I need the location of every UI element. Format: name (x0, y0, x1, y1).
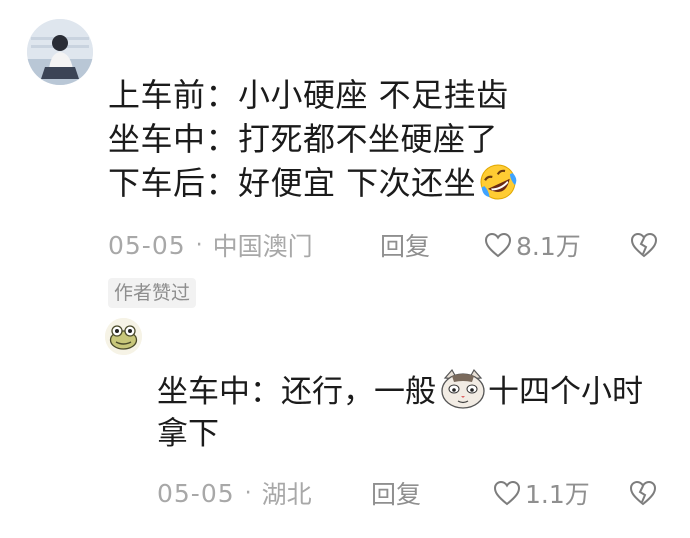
comment-text: 上车前：小小硬座 不足挂齿 坐车中：打死都不坐硬座了 下车后：好便宜 下次还坐 (108, 73, 668, 205)
reply-meta: 05-05 · 湖北 回复 1.1万 (157, 475, 669, 511)
broken-heart-icon (629, 480, 657, 506)
reply-line: 坐车中：还行，一般 十四个小时 (157, 368, 672, 412)
comment-thread: 上车前：小小硬座 不足挂齿 坐车中：打死都不坐硬座了 下车后：好便宜 下次还坐 … (0, 0, 690, 538)
like-count: 8.1万 (516, 232, 581, 261)
reply-line: 拿下 (157, 416, 219, 452)
like-button[interactable]: 1.1万 (493, 475, 590, 511)
reply-date: 05-05 (157, 478, 235, 508)
avatar-photo-icon (27, 19, 93, 85)
comment-line: 上车前：小小硬座 不足挂齿 (108, 76, 509, 114)
heart-icon (493, 480, 521, 506)
separator-dot: · (195, 232, 203, 258)
like-button[interactable]: 8.1万 (484, 227, 581, 263)
comment-date: 05-05 (108, 230, 186, 260)
comment-location: 中国澳门 (212, 232, 313, 261)
reply-avatar[interactable] (105, 318, 142, 355)
heart-icon (484, 232, 512, 258)
cat-face-emoji-icon (438, 368, 488, 422)
like-count: 1.1万 (525, 480, 590, 509)
reply-line-text: 坐车中：还行，一般 (157, 374, 436, 410)
avatar[interactable] (27, 19, 93, 85)
reply-line-text: 十四个小时 (488, 374, 643, 410)
dislike-button[interactable] (630, 232, 658, 264)
comment-meta: 05-05 · 中国澳门 回复 8.1万 (108, 227, 668, 263)
comment-line-text: 下车后：好便宜 下次还坐 (108, 164, 477, 202)
reply-button[interactable]: 回复 (371, 475, 421, 511)
comment-line: 下车后：好便宜 下次还坐 (108, 161, 668, 205)
author-liked-badge: 作者赞过 (108, 278, 197, 308)
comment-line: 坐车中：打死都不坐硬座了 (108, 120, 499, 158)
rofl-emoji-icon (478, 162, 518, 213)
reply-button[interactable]: 回复 (380, 227, 430, 263)
reply-location: 湖北 (261, 480, 312, 509)
reply-text: 坐车中：还行，一般 十四个小时 拿下 (157, 368, 672, 456)
frog-avatar-icon (105, 318, 142, 355)
broken-heart-icon (630, 232, 658, 258)
dislike-button[interactable] (629, 480, 657, 512)
separator-dot: · (244, 480, 252, 506)
